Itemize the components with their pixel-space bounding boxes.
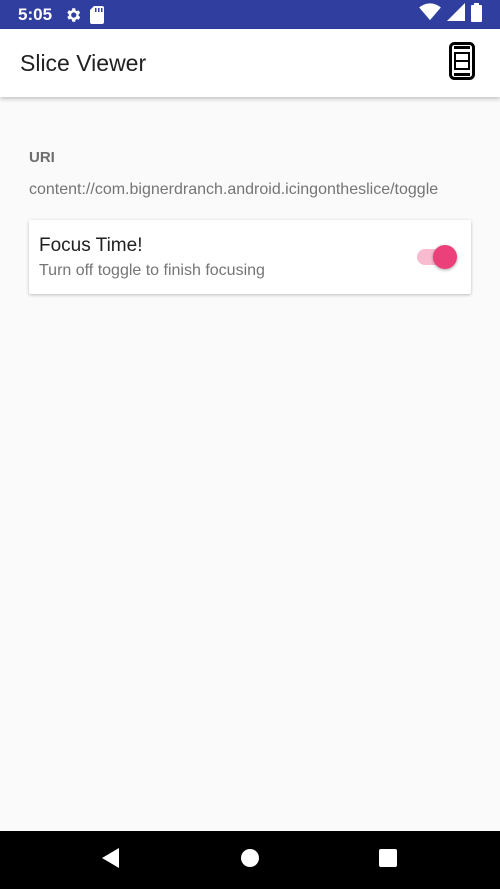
focus-toggle-switch[interactable] <box>417 245 459 269</box>
main-content: URI content://com.bignerdranch.android.i… <box>0 97 500 831</box>
slice-mode-button[interactable] <box>444 41 480 85</box>
navigation-bar <box>0 831 500 889</box>
slice-card[interactable]: Focus Time! Turn off toggle to finish fo… <box>29 220 471 294</box>
status-time: 5:05 <box>18 4 53 24</box>
sd-card-icon <box>90 5 105 24</box>
uri-value: content://com.bignerdranch.android.icing… <box>29 181 439 198</box>
uri-label: URI <box>29 149 55 166</box>
recents-icon <box>379 848 397 872</box>
recents-button[interactable] <box>373 846 403 874</box>
home-icon <box>241 848 259 872</box>
page-title: Slice Viewer <box>20 49 147 76</box>
slice-subtitle: Turn off toggle to finish focusing <box>39 262 265 279</box>
gear-icon <box>64 6 82 24</box>
back-icon <box>101 847 121 873</box>
home-button[interactable] <box>235 846 265 874</box>
app-bar: Slice Viewer <box>0 29 500 97</box>
slice-mode-icon <box>449 41 475 85</box>
status-bar: 5:05 <box>0 0 500 29</box>
wifi-icon <box>419 3 441 26</box>
back-button[interactable] <box>96 846 126 874</box>
battery-icon <box>471 2 482 27</box>
slice-title: Focus Time! <box>39 235 143 256</box>
status-right-icons <box>419 2 482 27</box>
signal-icon <box>447 3 465 26</box>
toggle-thumb <box>433 245 457 269</box>
